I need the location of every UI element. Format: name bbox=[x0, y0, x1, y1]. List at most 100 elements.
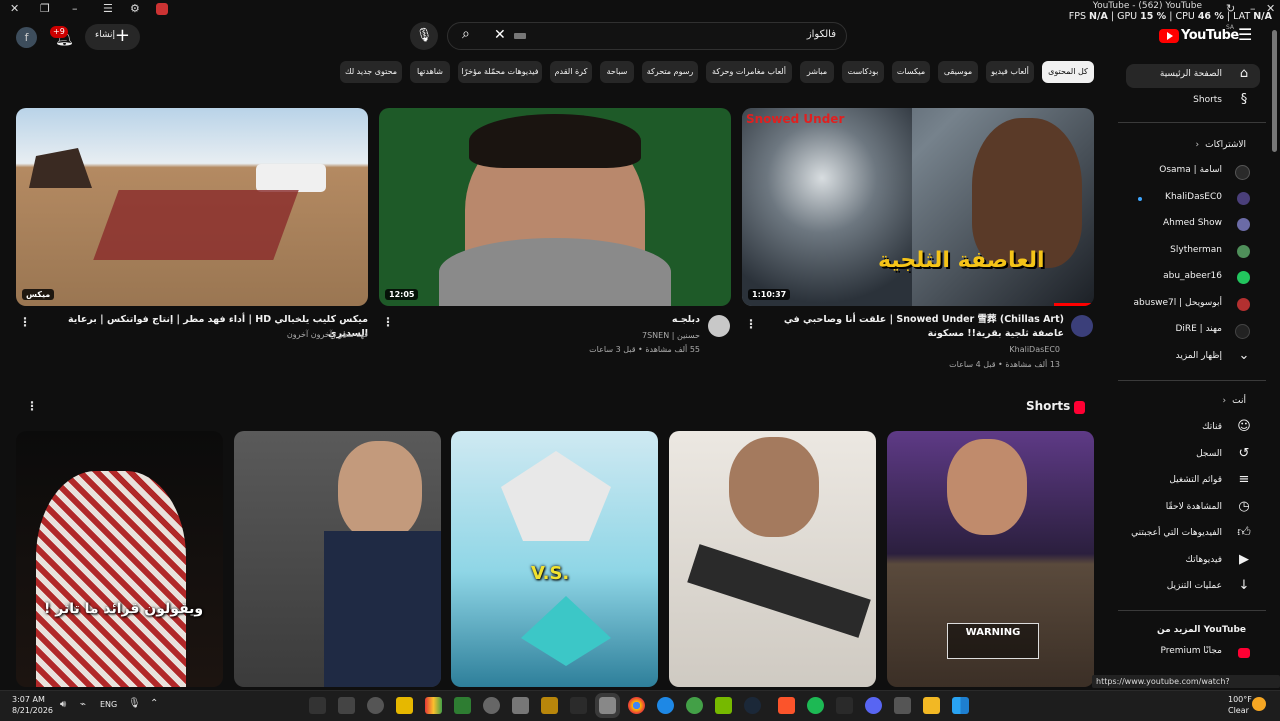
minimize-icon[interactable]: – bbox=[72, 2, 78, 15]
close-icon[interactable]: ✕ bbox=[10, 2, 19, 15]
taskbar-app-icon[interactable] bbox=[595, 693, 620, 718]
restore-icon[interactable]: ❐ bbox=[40, 2, 50, 15]
search-icon[interactable]: ⌕ bbox=[462, 26, 470, 42]
sidebar-item-subscription[interactable]: abuswe7l | أبوسويحل bbox=[1126, 293, 1260, 317]
shorts-more-options-icon[interactable]: ⋮ bbox=[26, 399, 38, 413]
sidebar-item-subscription[interactable]: KhaliDasEC0 bbox=[1126, 187, 1260, 211]
extension-icon[interactable] bbox=[156, 3, 168, 15]
video-thumbnail[interactable]: 12:05 bbox=[379, 108, 731, 306]
taskbar-app-icon[interactable] bbox=[309, 697, 326, 714]
taskbar-app-icon[interactable] bbox=[836, 697, 853, 714]
chip[interactable]: سباحة bbox=[600, 61, 634, 83]
taskbar-app-icon[interactable] bbox=[778, 697, 795, 714]
sidebar-item-shorts[interactable]: Shorts § bbox=[1126, 90, 1260, 114]
chip[interactable]: ألعاب فيديو bbox=[986, 61, 1034, 83]
avatar[interactable]: f bbox=[16, 27, 37, 48]
video-thumbnail[interactable]: ميكس bbox=[16, 108, 368, 306]
video-channel[interactable]: فهد مطر وآخرون آخرون bbox=[168, 330, 368, 339]
chip[interactable]: موسيقى bbox=[938, 61, 978, 83]
chip[interactable]: ميكسات bbox=[892, 61, 930, 83]
tab-title[interactable]: YouTube - (562) YouTube bbox=[1093, 1, 1202, 11]
taskbar-app-icon[interactable] bbox=[807, 697, 824, 714]
microphone-icon[interactable]: 🎙︎ bbox=[128, 698, 141, 709]
taskbar-app-icon[interactable] bbox=[628, 697, 645, 714]
video-channel[interactable]: حسنين | 7SNEN bbox=[500, 331, 700, 340]
menu-icon[interactable]: ☰ bbox=[103, 2, 113, 15]
sidebar-item-subscription[interactable]: Osama | اسامة bbox=[1126, 160, 1260, 184]
language-indicator[interactable]: ENG bbox=[100, 700, 117, 709]
search-input[interactable]: فالكواز bbox=[807, 29, 836, 40]
thumbnail-hair bbox=[469, 114, 641, 168]
start-button[interactable] bbox=[952, 697, 969, 714]
subscriptions-header[interactable]: › الاشتراكات bbox=[1196, 140, 1246, 150]
sidebar-item-home[interactable]: الصفحة الرئيسية ⌂ bbox=[1126, 64, 1260, 88]
chip[interactable]: شاهدتها bbox=[410, 61, 450, 83]
search-box[interactable]: ⌕ ✕ فالكواز bbox=[447, 22, 847, 50]
taskbar-app-icon[interactable] bbox=[715, 697, 732, 714]
you-header[interactable]: › أنت bbox=[1223, 396, 1246, 406]
sidebar-item-subscription[interactable]: abu_abeer16 bbox=[1126, 266, 1260, 290]
taskbar-app-icon[interactable] bbox=[744, 697, 761, 714]
sidebar-item-liked-videos[interactable]: الفيديوهات التي أعجبتني 👍︎ bbox=[1126, 523, 1260, 547]
taskbar-app-icon[interactable] bbox=[512, 697, 529, 714]
taskbar-app-icon[interactable] bbox=[894, 697, 911, 714]
voice-search-button[interactable]: 🎙︎ bbox=[410, 22, 438, 50]
youtube-logo[interactable]: YouTube SA bbox=[1159, 24, 1239, 46]
taskbar-app-icon[interactable] bbox=[483, 697, 500, 714]
more-options-icon[interactable]: ⋮ bbox=[19, 315, 31, 329]
weather-widget[interactable]: 100°F Clear bbox=[1228, 694, 1252, 716]
short-thumbnail[interactable]: WARNING bbox=[887, 431, 1094, 687]
sidebar-item-watch-later[interactable]: المشاهدة لاحقًا ◷ bbox=[1126, 497, 1260, 521]
chip[interactable]: محتوى جديد لك bbox=[340, 61, 402, 83]
taskbar-app-icon[interactable] bbox=[367, 697, 384, 714]
taskbar-app-icon[interactable] bbox=[865, 697, 882, 714]
chip[interactable]: رسوم متحركة bbox=[642, 61, 698, 83]
sidebar-item-premium[interactable]: Premium مجانًا bbox=[1126, 641, 1260, 665]
chevron-up-icon[interactable]: ⌃ bbox=[150, 698, 158, 709]
video-title[interactable]: Snowed Under 雪葬 (Chillas Art) | علقت أنا… bbox=[756, 313, 1064, 341]
chip[interactable]: فيديوهات محمّلة مؤخرًا bbox=[458, 61, 542, 83]
taskbar-clock[interactable]: 3:07 AM 8/21/2026 bbox=[12, 694, 53, 716]
more-options-icon[interactable]: ⋮ bbox=[745, 317, 757, 331]
sidebar-item-playlists[interactable]: قوائم التشغيل ≡ bbox=[1126, 470, 1260, 494]
volume-icon[interactable]: 🔊︎ bbox=[60, 699, 66, 710]
sidebar-item-subscription[interactable]: Ahmed Show bbox=[1126, 213, 1260, 237]
create-button[interactable]: إنشاء + bbox=[85, 24, 140, 50]
taskbar-app-icon[interactable] bbox=[570, 697, 587, 714]
sidebar-item-your-videos[interactable]: فيديوهاتك ▶ bbox=[1126, 550, 1260, 574]
taskbar-app-icon[interactable] bbox=[454, 697, 471, 714]
short-thumbnail[interactable] bbox=[234, 431, 441, 687]
chip-all[interactable]: كل المحتوى bbox=[1042, 61, 1094, 83]
chip[interactable]: كرة القدم bbox=[550, 61, 592, 83]
channel-avatar[interactable] bbox=[1071, 315, 1093, 337]
taskbar-app-icon[interactable] bbox=[338, 697, 355, 714]
clear-search-icon[interactable]: ✕ bbox=[494, 27, 506, 43]
extensions-icon[interactable]: ⚙ bbox=[130, 2, 140, 15]
short-thumbnail[interactable]: V.S. bbox=[451, 431, 658, 687]
taskbar-app-icon[interactable] bbox=[686, 697, 703, 714]
video-channel[interactable]: KhaliDasEC0 bbox=[860, 345, 1060, 354]
guide-menu-icon[interactable]: ☰ bbox=[1238, 25, 1252, 44]
taskbar-app-icon[interactable] bbox=[657, 697, 674, 714]
sidebar-item-subscription[interactable]: Slytherman bbox=[1126, 240, 1260, 264]
show-more-button[interactable]: إظهار المزيد ⌄ bbox=[1126, 346, 1260, 370]
sidebar-item-your-channel[interactable]: قناتك ☺ bbox=[1126, 417, 1260, 441]
video-thumbnail[interactable]: Snowed Under العاصفة الثلجية 1:10:37 bbox=[742, 108, 1094, 306]
short-thumbnail[interactable]: ويقولون قرائد ما تاثر ! bbox=[16, 431, 223, 687]
channel-avatar[interactable] bbox=[708, 315, 730, 337]
network-icon[interactable]: ⌁ bbox=[80, 699, 86, 710]
sidebar-item-downloads[interactable]: عمليات التنزيل ↓ bbox=[1126, 576, 1260, 600]
taskbar-app-icon[interactable] bbox=[396, 697, 413, 714]
taskbar-app-icon[interactable] bbox=[425, 697, 442, 714]
video-title[interactable]: دبلجـه bbox=[500, 313, 700, 327]
taskbar-app-icon[interactable] bbox=[541, 697, 558, 714]
chip[interactable]: بودكاست bbox=[842, 61, 884, 83]
chip[interactable]: ألعاب مغامرات وحركة bbox=[706, 61, 792, 83]
chip[interactable]: مباشر bbox=[800, 61, 834, 83]
sidebar-item-history[interactable]: السجل ↺ bbox=[1126, 444, 1260, 468]
sidebar-item-subscription[interactable]: DiRE | مهند bbox=[1126, 319, 1260, 343]
taskbar-app-icon[interactable] bbox=[923, 697, 940, 714]
short-thumbnail[interactable] bbox=[669, 431, 876, 687]
scrollbar[interactable] bbox=[1272, 30, 1277, 152]
more-options-icon[interactable]: ⋮ bbox=[382, 315, 394, 329]
